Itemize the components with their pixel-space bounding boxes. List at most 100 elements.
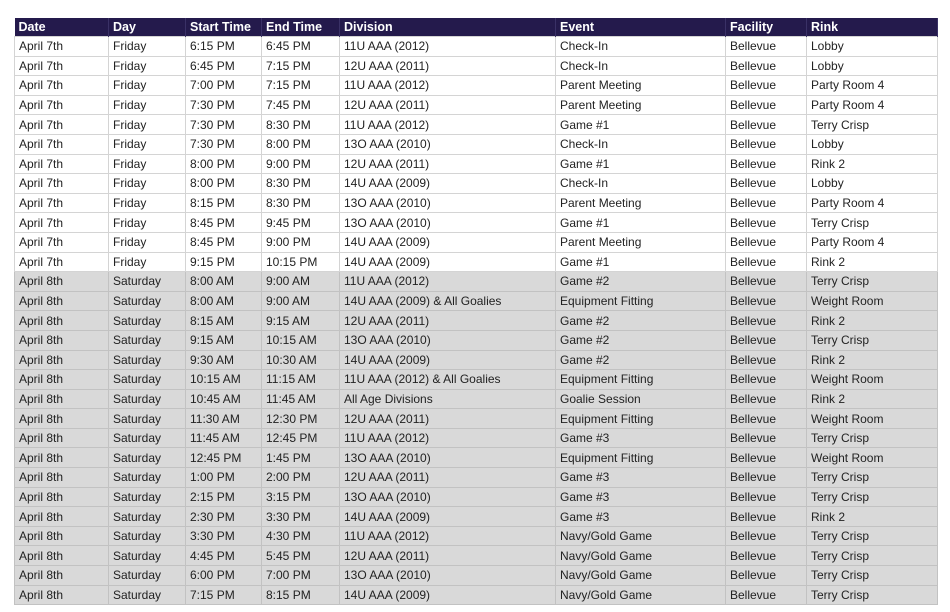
- event-cell[interactable]: Game #3: [555, 506, 726, 527]
- date-cell[interactable]: April 8th: [14, 349, 109, 371]
- event-cell[interactable]: Game #2: [555, 349, 726, 371]
- day-cell[interactable]: Saturday: [108, 545, 186, 567]
- day-cell[interactable]: Saturday: [108, 290, 186, 312]
- event-cell[interactable]: Parent Meeting: [555, 231, 726, 253]
- facility-cell[interactable]: Bellevue: [725, 408, 807, 429]
- event-cell[interactable]: Check-In: [555, 55, 726, 77]
- date-cell[interactable]: April 7th: [14, 251, 109, 273]
- division-cell[interactable]: 12U AAA (2011): [339, 153, 556, 175]
- end-time-cell[interactable]: 6:45 PM: [261, 36, 340, 57]
- facility-cell[interactable]: Bellevue: [725, 212, 807, 233]
- division-cell[interactable]: 12U AAA (2011): [339, 545, 556, 567]
- day-cell[interactable]: Saturday: [108, 310, 186, 331]
- facility-cell[interactable]: Bellevue: [725, 486, 807, 508]
- end-time-cell[interactable]: 5:45 PM: [261, 545, 340, 567]
- start-time-cell[interactable]: 4:45 PM: [185, 545, 262, 567]
- day-cell[interactable]: Friday: [108, 75, 186, 96]
- date-cell[interactable]: April 8th: [14, 271, 109, 292]
- event-cell[interactable]: Parent Meeting: [555, 94, 726, 116]
- rink-cell[interactable]: Terry Crisp: [806, 212, 938, 233]
- day-cell[interactable]: Saturday: [108, 369, 186, 390]
- start-time-cell[interactable]: 7:00 PM: [185, 75, 262, 96]
- division-cell[interactable]: 13O AAA (2010): [339, 565, 556, 586]
- end-time-cell[interactable]: 7:15 PM: [261, 55, 340, 77]
- start-time-cell[interactable]: 8:00 PM: [185, 153, 262, 175]
- rink-cell[interactable]: Party Room 4: [806, 94, 938, 116]
- end-time-cell[interactable]: 8:30 PM: [261, 114, 340, 135]
- facility-cell[interactable]: Bellevue: [725, 388, 807, 410]
- facility-cell[interactable]: Bellevue: [725, 506, 807, 527]
- rink-cell[interactable]: Weight Room: [806, 369, 938, 390]
- rink-cell[interactable]: Lobby: [806, 133, 938, 155]
- event-cell[interactable]: Navy/Gold Game: [555, 545, 726, 567]
- end-time-cell[interactable]: 10:15 PM: [261, 251, 340, 273]
- facility-cell[interactable]: Bellevue: [725, 467, 807, 488]
- division-cell[interactable]: 12U AAA (2011): [339, 94, 556, 116]
- rink-cell[interactable]: Party Room 4: [806, 75, 938, 96]
- division-cell[interactable]: 14U AAA (2009): [339, 349, 556, 371]
- division-cell[interactable]: 12U AAA (2011): [339, 467, 556, 488]
- day-cell[interactable]: Saturday: [108, 467, 186, 488]
- day-cell[interactable]: Saturday: [108, 388, 186, 410]
- division-cell[interactable]: 13O AAA (2010): [339, 329, 556, 351]
- facility-cell[interactable]: Bellevue: [725, 114, 807, 135]
- event-cell[interactable]: Goalie Session: [555, 388, 726, 410]
- end-time-cell[interactable]: 2:00 PM: [261, 467, 340, 488]
- facility-cell[interactable]: Bellevue: [725, 369, 807, 390]
- division-cell[interactable]: 13O AAA (2010): [339, 212, 556, 233]
- facility-cell[interactable]: Bellevue: [725, 153, 807, 175]
- start-time-cell[interactable]: 2:15 PM: [185, 486, 262, 508]
- day-cell[interactable]: Saturday: [108, 329, 186, 351]
- date-cell[interactable]: April 7th: [14, 75, 109, 96]
- facility-cell[interactable]: Bellevue: [725, 310, 807, 331]
- division-cell[interactable]: 11U AAA (2012) & All Goalies: [339, 369, 556, 390]
- division-cell[interactable]: 14U AAA (2009): [339, 173, 556, 194]
- date-cell[interactable]: April 7th: [14, 114, 109, 135]
- end-time-cell[interactable]: 8:30 PM: [261, 173, 340, 194]
- start-time-cell[interactable]: 6:45 PM: [185, 55, 262, 77]
- rink-cell[interactable]: Rink 2: [806, 349, 938, 371]
- start-time-cell[interactable]: 1:00 PM: [185, 467, 262, 488]
- day-cell[interactable]: Friday: [108, 114, 186, 135]
- date-cell[interactable]: April 8th: [14, 447, 109, 469]
- division-cell[interactable]: 14U AAA (2009): [339, 251, 556, 273]
- day-cell[interactable]: Friday: [108, 212, 186, 233]
- end-time-cell[interactable]: 9:15 AM: [261, 310, 340, 331]
- facility-cell[interactable]: Bellevue: [725, 565, 807, 586]
- event-cell[interactable]: Game #2: [555, 329, 726, 351]
- facility-cell[interactable]: Bellevue: [725, 271, 807, 292]
- date-cell[interactable]: April 7th: [14, 133, 109, 155]
- facility-cell[interactable]: Bellevue: [725, 447, 807, 469]
- rink-cell[interactable]: Weight Room: [806, 447, 938, 469]
- day-cell[interactable]: Saturday: [108, 486, 186, 508]
- event-cell[interactable]: Game #2: [555, 310, 726, 331]
- end-time-cell[interactable]: 8:30 PM: [261, 192, 340, 214]
- day-cell[interactable]: Saturday: [108, 565, 186, 586]
- day-cell[interactable]: Friday: [108, 231, 186, 253]
- rink-cell[interactable]: Terry Crisp: [806, 565, 938, 586]
- start-time-cell[interactable]: 9:15 PM: [185, 251, 262, 273]
- rink-cell[interactable]: Weight Room: [806, 290, 938, 312]
- start-time-cell[interactable]: 7:30 PM: [185, 94, 262, 116]
- division-cell[interactable]: 14U AAA (2009): [339, 506, 556, 527]
- event-cell[interactable]: Game #3: [555, 467, 726, 488]
- rink-cell[interactable]: Party Room 4: [806, 231, 938, 253]
- rink-cell[interactable]: Lobby: [806, 36, 938, 57]
- event-cell[interactable]: Game #3: [555, 427, 726, 449]
- facility-cell[interactable]: Bellevue: [725, 290, 807, 312]
- start-time-cell[interactable]: 7:15 PM: [185, 584, 262, 606]
- event-cell[interactable]: Equipment Fitting: [555, 447, 726, 469]
- start-time-cell[interactable]: 3:30 PM: [185, 525, 262, 547]
- event-cell[interactable]: Game #1: [555, 251, 726, 273]
- division-cell[interactable]: 11U AAA (2012): [339, 75, 556, 96]
- day-cell[interactable]: Friday: [108, 55, 186, 77]
- date-cell[interactable]: April 7th: [14, 173, 109, 194]
- end-time-cell[interactable]: 11:15 AM: [261, 369, 340, 390]
- end-time-cell[interactable]: 10:30 AM: [261, 349, 340, 371]
- date-cell[interactable]: April 8th: [14, 427, 109, 449]
- event-cell[interactable]: Navy/Gold Game: [555, 584, 726, 606]
- start-time-cell[interactable]: 6:00 PM: [185, 565, 262, 586]
- end-time-cell[interactable]: 4:30 PM: [261, 525, 340, 547]
- day-cell[interactable]: Saturday: [108, 408, 186, 429]
- day-cell[interactable]: Friday: [108, 133, 186, 155]
